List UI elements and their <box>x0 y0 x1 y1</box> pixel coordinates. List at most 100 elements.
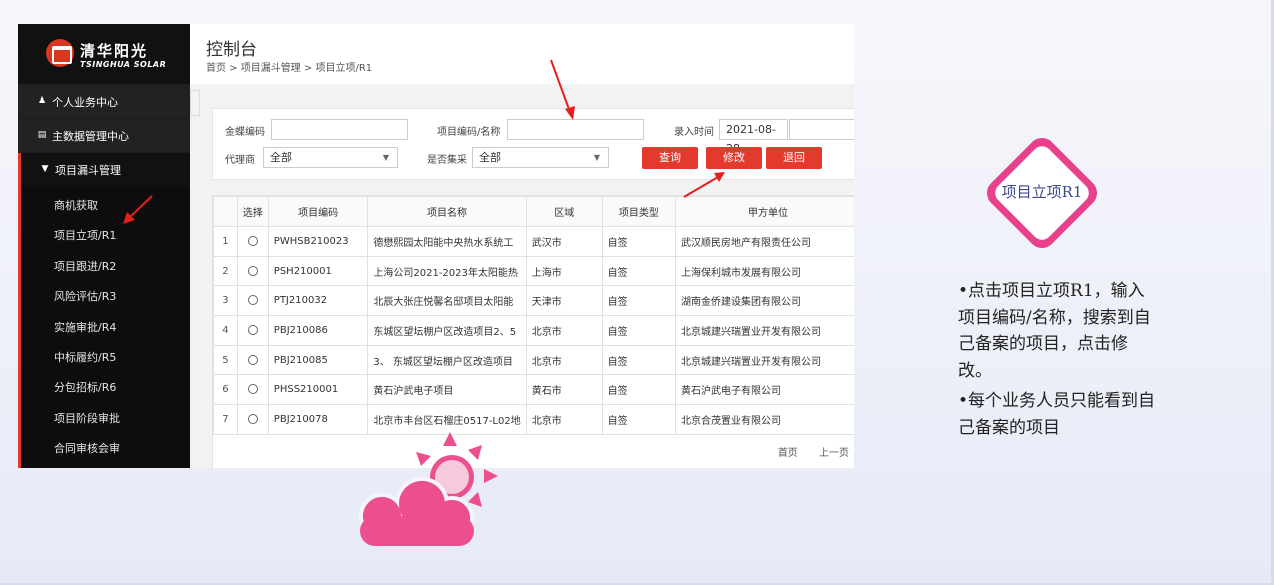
table-cell-select[interactable] <box>236 404 269 435</box>
table-cell-type: 自签 <box>601 285 676 317</box>
table-cell-select[interactable] <box>236 255 269 287</box>
table-header-name: 项目名称 <box>367 196 527 227</box>
table-cell-type: 自签 <box>601 404 676 435</box>
arrow-to-edit-button <box>683 172 725 198</box>
entry-date-label: 录入时间 <box>674 127 714 138</box>
row-select-radio[interactable] <box>247 295 258 306</box>
entry-date-end-input[interactable] <box>789 119 854 140</box>
sidebar-item-followup-r2[interactable]: 项目跟进/R2 <box>54 258 116 274</box>
table-cell-select[interactable] <box>236 344 269 376</box>
app-screenshot: 清华阳光 TSINGHUA SOLAR ♟ 个人业务中心 ▤ 主数据管理中心 ▼… <box>18 24 854 468</box>
project-table-panel: 选择 项目编码 项目名称 区域 项目类型 甲方单位 1 PWHSB210023 德懋… <box>212 195 854 468</box>
agent-label: 代理商 <box>225 155 255 166</box>
sidebar-group-personal[interactable]: ♟ 个人业务中心 <box>18 85 190 118</box>
arrow-to-project-input <box>550 59 575 120</box>
sidebar-group-master-data[interactable]: ▤ 主数据管理中心 <box>18 119 190 152</box>
table-cell-name: 上海公司2021-2023年太阳能热 <box>367 255 527 287</box>
pager-prev-link[interactable]: 上一页 <box>819 448 849 459</box>
sidebar: 清华阳光 TSINGHUA SOLAR ♟ 个人业务中心 ▤ 主数据管理中心 ▼… <box>18 24 190 468</box>
table-cell-region: 北京市 <box>525 404 603 435</box>
search-panel: 金蝶编码 项目编码/名称 录入时间 2021-08-28 代理商 全部 ▼ 是否… <box>212 108 854 180</box>
collect-label: 是否集采 <box>427 155 467 166</box>
query-button[interactable]: 查询 <box>642 147 698 169</box>
table-cell-code: PTJ210032 <box>267 285 369 317</box>
user-icon: ♟ <box>37 96 47 106</box>
table-cell-code: PHSS210001 <box>267 374 369 406</box>
table-cell-name: 黄石沪武电子项目 <box>367 374 527 406</box>
row-select-radio[interactable] <box>247 235 258 246</box>
sidebar-toggle[interactable] <box>190 90 200 116</box>
table-cell-select[interactable] <box>236 226 269 257</box>
sidebar-submenu: 商机获取 项目立项/R1 项目跟进/R2 风险评估/R3 实施审批/R4 中标履… <box>18 186 190 468</box>
table-cell-name: 北辰大张庄悦馨名邸项目太阳能 <box>367 285 527 317</box>
project-code-input[interactable] <box>507 119 644 140</box>
table-row[interactable]: 5 PBJ210085 3、 东城区望坛棚户区改造项目 北京市 自签 北京城建兴瑞置业开发… <box>213 344 854 376</box>
row-select-radio[interactable] <box>247 413 258 424</box>
logo-text: 清华阳光 <box>80 42 149 60</box>
table-cell-type: 自签 <box>601 344 676 376</box>
table-header-row: 选择 项目编码 项目名称 区域 项目类型 甲方单位 <box>213 196 854 227</box>
table-cell-type: 自签 <box>601 374 676 406</box>
table-row[interactable]: 7 PBJ210078 北京市丰台区石榴庄0517-L02地 北京市 自签 北京合茂置业有… <box>213 404 854 435</box>
table-cell-client: 北京城建兴瑞置业开发有限公司 <box>674 315 854 346</box>
table-cell-name: 3、 东城区望坛棚户区改造项目 <box>367 344 527 376</box>
cloud-sun-icon <box>359 432 498 546</box>
table-cell-region: 北京市 <box>525 315 603 346</box>
table-row[interactable]: 1 PWHSB210023 德懋熙园太阳能中央热水系统工 武汉市 自签 武汉顺民房地产有限… <box>213 226 854 257</box>
pager: 首页 上一页 <box>760 444 849 459</box>
sidebar-item-stage-approval[interactable]: 项目阶段审批 <box>54 410 120 426</box>
jindie-code-input[interactable] <box>271 119 408 140</box>
table-cell-client: 黄石沪武电子有限公司 <box>674 374 854 406</box>
collect-select[interactable]: 全部 ▼ <box>472 147 609 168</box>
sidebar-item-project-r1[interactable]: 项目立项/R1 <box>54 227 116 243</box>
table-header-type: 项目类型 <box>601 196 676 227</box>
edit-button[interactable]: 修改 <box>706 147 762 169</box>
row-select-radio[interactable] <box>247 354 258 365</box>
table-cell-region: 武汉市 <box>525 226 603 257</box>
table-cell-select[interactable] <box>236 285 269 317</box>
chevron-down-icon: ▼ <box>382 153 389 162</box>
table-row[interactable]: 6 PHSS210001 黄石沪武电子项目 黄石市 自签 黄石沪武电子有限公司 <box>213 374 854 406</box>
sidebar-item-contract-review[interactable]: 合同审核会审 <box>54 440 120 456</box>
table-cell-region: 黄石市 <box>525 374 603 406</box>
table-cell-code: PWHSB210023 <box>267 226 369 257</box>
table-cell-index: 7 <box>213 404 238 435</box>
sidebar-item-approval-r4[interactable]: 实施审批/R4 <box>54 319 116 335</box>
row-select-radio[interactable] <box>247 265 258 276</box>
table-cell-region: 天津市 <box>525 285 603 317</box>
logo[interactable]: 清华阳光 TSINGHUA SOLAR <box>18 24 190 84</box>
sidebar-group-funnel[interactable]: ▼ 项目漏斗管理 <box>18 153 190 186</box>
table-cell-type: 自签 <box>601 315 676 346</box>
table-header-region: 区域 <box>525 196 603 227</box>
table-cell-name: 北京市丰台区石榴庄0517-L02地 <box>367 404 527 435</box>
sidebar-group-label: 项目漏斗管理 <box>55 164 121 177</box>
sidebar-item-risk-r3[interactable]: 风险评估/R3 <box>54 288 116 304</box>
table-row[interactable]: 3 PTJ210032 北辰大张庄悦馨名邸项目太阳能 天津市 自签 湖南金侨建设集团有限公… <box>213 285 854 317</box>
table-header-client: 甲方单位 <box>674 196 854 227</box>
table-cell-select[interactable] <box>236 315 269 346</box>
table-cell-type: 自签 <box>601 255 676 287</box>
caret-down-icon: ▼ <box>41 164 49 174</box>
row-select-radio[interactable] <box>247 384 258 395</box>
pager-first-link[interactable]: 首页 <box>778 448 798 459</box>
table-cell-name: 德懋熙园太阳能中央热水系统工 <box>367 226 527 257</box>
table-cell-client: 北京合茂置业有限公司 <box>674 404 854 435</box>
table-row[interactable]: 2 PSH210001 上海公司2021-2023年太阳能热 上海市 自签 上海保利城市发… <box>213 255 854 287</box>
row-select-radio[interactable] <box>247 324 258 335</box>
table-cell-select[interactable] <box>236 374 269 406</box>
table-cell-region: 北京市 <box>525 344 603 376</box>
sidebar-item-opportunity[interactable]: 商机获取 <box>54 197 98 213</box>
page-header: 控制台 首页 > 项目漏斗管理 > 项目立项/R1 <box>190 24 854 84</box>
sidebar-group-label: 个人业务中心 <box>52 96 118 109</box>
back-button[interactable]: 退回 <box>766 147 822 169</box>
table-row[interactable]: 4 PBJ210086 东城区望坛棚户区改造项目2、5 北京市 自签 北京城建兴瑞置业开发… <box>213 315 854 346</box>
table-cell-index: 3 <box>213 285 238 317</box>
table-cell-code: PBJ210078 <box>267 404 369 435</box>
sidebar-item-bid-r5[interactable]: 中标履约/R5 <box>54 349 116 365</box>
sidebar-item-subcontract-r6[interactable]: 分包招标/R6 <box>54 379 116 395</box>
table-cell-index: 4 <box>213 315 238 346</box>
table-header-code: 项目编码 <box>267 196 369 227</box>
entry-date-start-input[interactable]: 2021-08-28 <box>719 119 788 155</box>
logo-icon <box>46 39 74 67</box>
agent-select[interactable]: 全部 ▼ <box>263 147 398 168</box>
